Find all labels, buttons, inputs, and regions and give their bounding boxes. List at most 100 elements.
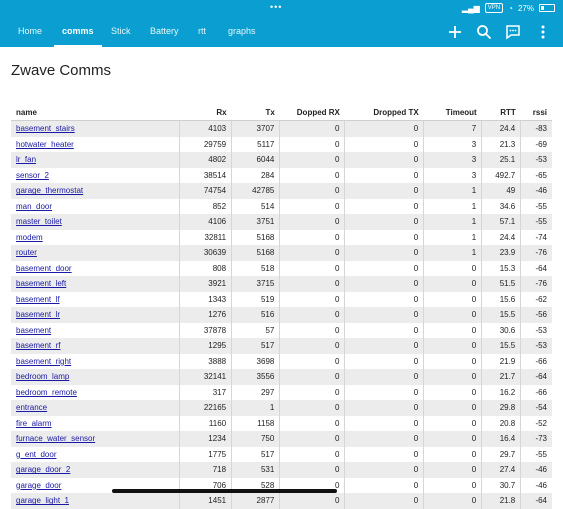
cell-rtt: 15.6 [481,291,522,307]
cell-dropped-rx: 0 [279,198,346,214]
cell-name: basement_lr [11,307,181,323]
device-link[interactable]: garage_door [16,481,61,490]
cell-rssi: -56 [520,307,552,323]
device-link[interactable]: basement_rf [16,341,60,350]
tab-battery[interactable]: Battery [150,17,179,47]
device-link[interactable]: lr_fan [16,155,36,164]
cell-rssi: -76 [520,245,552,261]
tab-graphs[interactable]: graphs [228,17,256,47]
cell-tx: 57 [231,322,281,338]
device-link[interactable]: basement_lf [16,295,60,304]
home-indicator[interactable] [112,489,337,493]
col-header-rssi[interactable]: rssi [520,104,552,121]
cell-name: hotwater_heater [11,136,181,152]
cell-rssi: -66 [520,353,552,369]
table-row: basement_rf 1295 517 0 0 0 15.5 -53 [11,338,552,354]
device-link[interactable]: basement_right [16,357,71,366]
cell-rx: 38514 [179,167,233,183]
more-vert-icon[interactable] [534,23,552,41]
cell-dropped-tx: 0 [344,307,425,323]
device-link[interactable]: fire_alarm [16,419,52,428]
cell-tx: 6044 [231,152,281,168]
device-link[interactable]: sensor_2 [16,171,49,180]
table-header-row: name Rx Tx Dopped RX Dropped TX Timeout … [11,104,552,121]
col-header-name[interactable]: name [11,104,180,121]
table-row: garage_thermostat 74754 42785 0 0 1 49 -46 [11,183,552,199]
device-link[interactable]: master_toilet [16,217,62,226]
cell-tx: 516 [231,307,281,323]
cell-name: g_ent_door [11,446,181,462]
device-link[interactable]: hotwater_heater [16,140,74,149]
cell-rtt: 21.3 [481,136,522,152]
tab-rtt[interactable]: rtt [198,17,206,47]
cell-rx: 718 [179,462,233,478]
col-header-timeout[interactable]: Timeout [423,104,482,121]
cell-dropped-tx: 0 [344,136,425,152]
cell-rtt: 27.4 [481,462,522,478]
cell-rssi: -74 [520,229,552,245]
device-link[interactable]: garage_thermostat [16,186,83,195]
device-link[interactable]: basement_door [16,264,72,273]
device-link[interactable]: basement_stairs [16,124,75,133]
device-link[interactable]: garage_light_1 [16,496,69,505]
cell-tx: 1 [231,400,281,416]
cell-rx: 1775 [179,446,233,462]
cell-name: basement [11,322,181,338]
cell-timeout: 0 [423,276,483,292]
device-link[interactable]: man_door [16,202,52,211]
cell-timeout: 0 [423,462,483,478]
device-link[interactable]: basement [16,326,51,335]
cell-rssi: -53 [520,152,552,168]
device-link[interactable]: modem [16,233,43,242]
signal-icon: ▂▄▆ [461,3,480,13]
cell-timeout: 0 [423,477,483,493]
table-body: basement_stairs 4103 3707 0 0 7 24.4 -83 hotwate… [11,120,552,509]
device-link[interactable]: g_ent_door [16,450,56,459]
device-link[interactable]: bedroom_lamp [16,372,69,381]
multitask-dots[interactable]: ••• [270,2,282,12]
col-header-dropped-rx[interactable]: Dopped RX [279,104,345,121]
tab-home[interactable]: Home [18,17,42,47]
cell-dropped-tx: 0 [344,167,425,183]
cell-dropped-rx: 0 [279,152,346,168]
cell-rtt: 30.6 [481,322,522,338]
col-header-dropped-tx[interactable]: Dropped TX [344,104,424,121]
table-row: garage_light_1 1451 2877 0 0 0 21.8 -64 [11,493,552,509]
table-row: man_door 852 514 0 0 1 34.6 -55 [11,198,552,214]
cell-dropped-tx: 0 [344,369,425,385]
cell-tx: 5168 [231,245,281,261]
col-header-tx[interactable]: Tx [231,104,280,121]
cell-rx: 852 [179,198,233,214]
add-icon[interactable] [446,23,464,41]
device-link[interactable]: bedroom_remote [16,388,77,397]
cell-name: man_door [11,198,181,214]
device-link[interactable]: basement_lr [16,310,60,319]
search-icon[interactable] [475,23,493,41]
device-link[interactable]: basement_left [16,279,66,288]
cell-dropped-rx: 0 [279,415,346,431]
cell-rx: 32141 [179,369,233,385]
device-link[interactable]: garage_door_2 [16,465,70,474]
table-row: basement_left 3921 3715 0 0 0 51.5 -76 [11,276,552,292]
device-link[interactable]: furnace_water_sensor [16,434,95,443]
col-header-rx[interactable]: Rx [179,104,232,121]
cell-tx: 3707 [231,120,281,137]
cell-rssi: -64 [520,369,552,385]
tab-comms[interactable]: comms [54,17,101,47]
cell-tx: 517 [231,446,281,462]
cell-rtt: 21.8 [481,493,522,509]
cell-dropped-tx: 0 [344,446,425,462]
cell-dropped-tx: 0 [344,400,425,416]
table-row: master_toilet 4106 3751 0 0 1 57.1 -55 [11,214,552,230]
cell-rtt: 21.9 [481,353,522,369]
cell-rtt: 15.3 [481,260,522,276]
table-row: router 30639 5168 0 0 1 23.9 -76 [11,245,552,261]
cell-tx: 1158 [231,415,281,431]
cell-dropped-rx: 0 [279,338,346,354]
device-link[interactable]: router [16,248,37,257]
device-link[interactable]: entrance [16,403,47,412]
message-icon[interactable] [504,23,522,41]
cell-timeout: 0 [423,446,483,462]
col-header-rtt[interactable]: RTT [481,104,521,121]
tab-stick[interactable]: Stick [111,17,131,47]
